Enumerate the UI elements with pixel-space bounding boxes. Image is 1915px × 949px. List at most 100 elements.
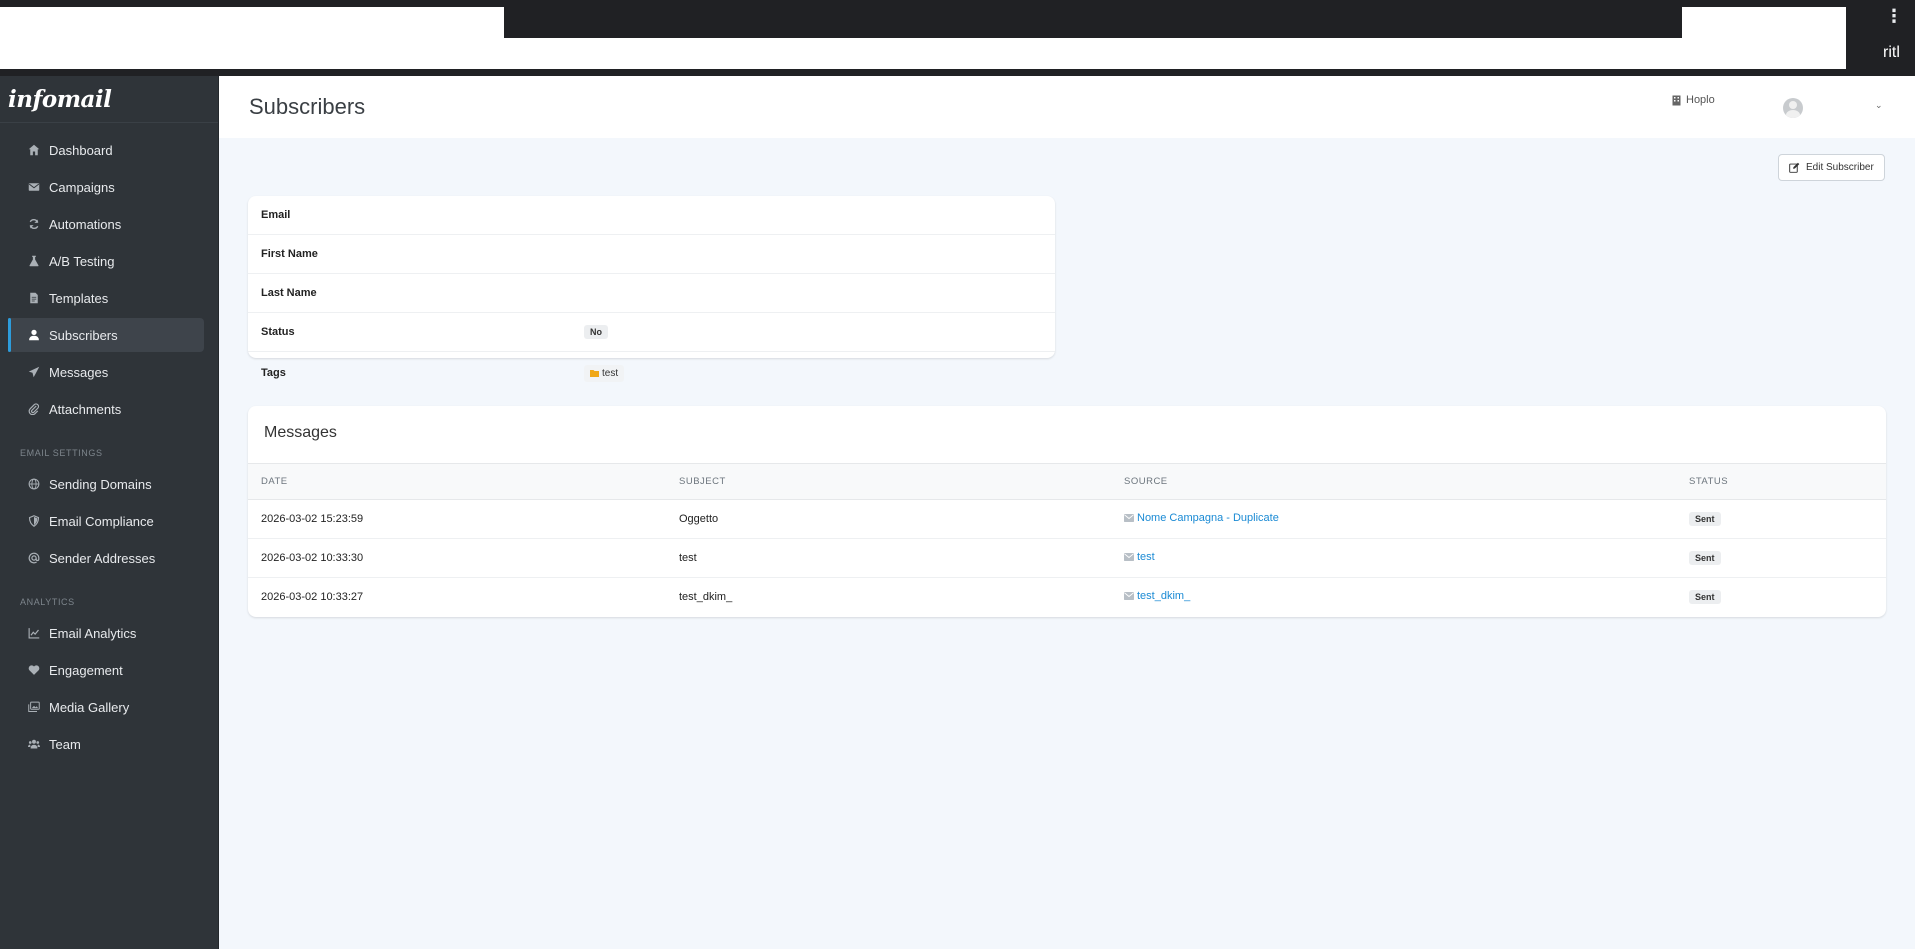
cell-date: 2026-03-02 15:23:59 [248,499,666,539]
sync-icon [27,217,41,231]
source-link-label: test [1137,551,1155,563]
messages-title: Messages [248,406,1886,464]
sidebar-item-label: Templates [49,290,109,306]
status-label: Status [261,326,295,338]
sidebar-item-label: Messages [49,364,109,380]
browser-menu-icon[interactable]: ⋮ [1885,6,1903,26]
sidebar-item-sending-domains[interactable]: Sending Domains [8,467,204,501]
cell-status: Sent [1676,577,1886,616]
table-header-row: DATE SUBJECT SOURCE STATUS [248,464,1886,500]
cell-source: Nome Campagna - Duplicate [1111,499,1676,539]
edit-subscriber-label: Edit Subscriber [1806,162,1874,173]
sidebar-item-email-compliance[interactable]: Email Compliance [8,504,204,538]
sidebar-item-media-gallery[interactable]: Media Gallery [8,690,204,724]
user-icon [27,328,41,342]
globe-icon [27,477,41,491]
paper-plane-icon [27,365,41,379]
info-row-tags: Tags test [248,352,1055,394]
cell-subject: test_dkim_ [679,590,733,603]
at-icon [27,551,41,565]
user-avatar[interactable] [1783,98,1803,118]
table-row: 2026-03-02 15:23:59 Oggetto Nome Campagn… [248,499,1886,539]
source-link[interactable]: Nome Campagna - Duplicate [1124,512,1279,524]
cell-source: test [1111,538,1676,578]
cell-subject: test [666,538,1111,578]
info-row-email: Email [248,196,1055,235]
sidebar-item-subscribers[interactable]: Subscribers [8,318,204,352]
images-icon [27,700,41,714]
info-row-first-name: First Name [248,235,1055,274]
section-title-email-settings: EMAIL SETTINGS [20,448,103,458]
sidebar-item-automations[interactable]: Automations [8,207,204,241]
sidebar-item-label: Sending Domains [49,476,152,492]
messages-table: DATE SUBJECT SOURCE STATUS 2026-03-02 15… [248,464,1886,616]
table-row: 2026-03-02 10:33:27 test_dkim_ test_dkim… [248,577,1886,616]
sidebar-item-sender-addresses[interactable]: Sender Addresses [8,541,204,575]
edit-icon [1789,162,1800,173]
topbar: Subscribers Hoplo ⌄ [219,76,1915,138]
sidebar: infomail Dashboard Campaigns Automations… [0,76,219,949]
shield-icon [27,514,41,528]
heart-icon [27,663,41,677]
status-badge: Sent [1689,511,1721,526]
sidebar-item-label: Sender Addresses [49,550,156,566]
cell-source: test_dkim_ [1111,577,1676,616]
source-link[interactable]: test_dkim_ [1124,590,1190,602]
edit-subscriber-button[interactable]: Edit Subscriber [1778,154,1885,181]
sidebar-item-messages[interactable]: Messages [8,355,204,389]
sidebar-item-ab-testing[interactable]: A/B Testing [8,244,204,278]
page-title: Subscribers [249,94,366,119]
sidebar-item-email-analytics[interactable]: Email Analytics [8,616,204,650]
sidebar-item-label: Email Analytics [49,625,137,641]
main-content: Subscribers Hoplo ⌄ Edit Subscriber Emai… [219,76,1915,949]
source-link-label: test_dkim_ [1137,590,1191,603]
sidebar-item-label: Media Gallery [49,699,130,715]
envelope-icon [1124,514,1134,522]
paperclip-icon [27,402,41,416]
sidebar-item-label: Automations [49,216,122,232]
table-row: 2026-03-02 10:33:30 test test Sent [248,538,1886,578]
browser-edge-text: ritl [1883,44,1900,61]
column-header-subject: SUBJECT [666,464,1111,500]
sidebar-item-dashboard[interactable]: Dashboard [8,133,204,167]
messages-card: Messages DATE SUBJECT SOURCE STATUS 2026… [248,406,1886,617]
chevron-down-icon[interactable]: ⌄ [1875,100,1883,111]
tenant-name: Hoplo [1686,94,1715,106]
sidebar-item-team[interactable]: Team [8,727,204,761]
browser-chrome: ⋮ ritl [0,0,1915,76]
sidebar-item-engagement[interactable]: Engagement [8,653,204,687]
app-logo[interactable]: infomail [0,76,218,123]
tags-label: Tags [261,367,286,379]
sidebar-item-label: Subscribers [49,327,118,343]
users-icon [27,737,41,751]
cell-subject: Oggetto [666,499,1111,539]
sidebar-item-label: Engagement [49,662,123,678]
browser-address-area [504,38,1682,69]
sidebar-item-label: Dashboard [49,142,113,158]
status-badge: No [584,325,608,339]
cell-date: 2026-03-02 10:33:27 [261,590,364,603]
tag-chip: test [584,364,625,382]
envelope-icon [1124,592,1134,601]
building-icon [1672,95,1681,105]
browser-tab-area [0,7,504,69]
subscriber-info-card: Email First Name Last Name Status No Tag… [248,196,1055,382]
column-header-source: SOURCE [1111,464,1676,500]
sidebar-item-label: Team [49,736,81,752]
info-row-last-name: Last Name [248,274,1055,313]
source-link[interactable]: test [1124,551,1155,563]
browser-toolbar-area [1682,7,1846,69]
info-row-status: Status No [248,313,1055,352]
sidebar-item-label: Attachments [49,401,122,417]
chart-line-icon [27,626,41,640]
sidebar-item-templates[interactable]: Templates [8,281,204,315]
status-badge: Sent [1689,589,1721,604]
sidebar-nav: Dashboard Campaigns Automations A/B Test… [0,123,218,761]
tenant-selector[interactable]: Hoplo [1672,94,1715,106]
folder-icon [590,370,599,377]
cell-status: Sent [1676,538,1886,578]
status-badge: Sent [1689,550,1721,565]
sidebar-item-campaigns[interactable]: Campaigns [8,170,204,204]
sidebar-item-attachments[interactable]: Attachments [8,392,204,426]
first-name-label: First Name [261,248,318,260]
